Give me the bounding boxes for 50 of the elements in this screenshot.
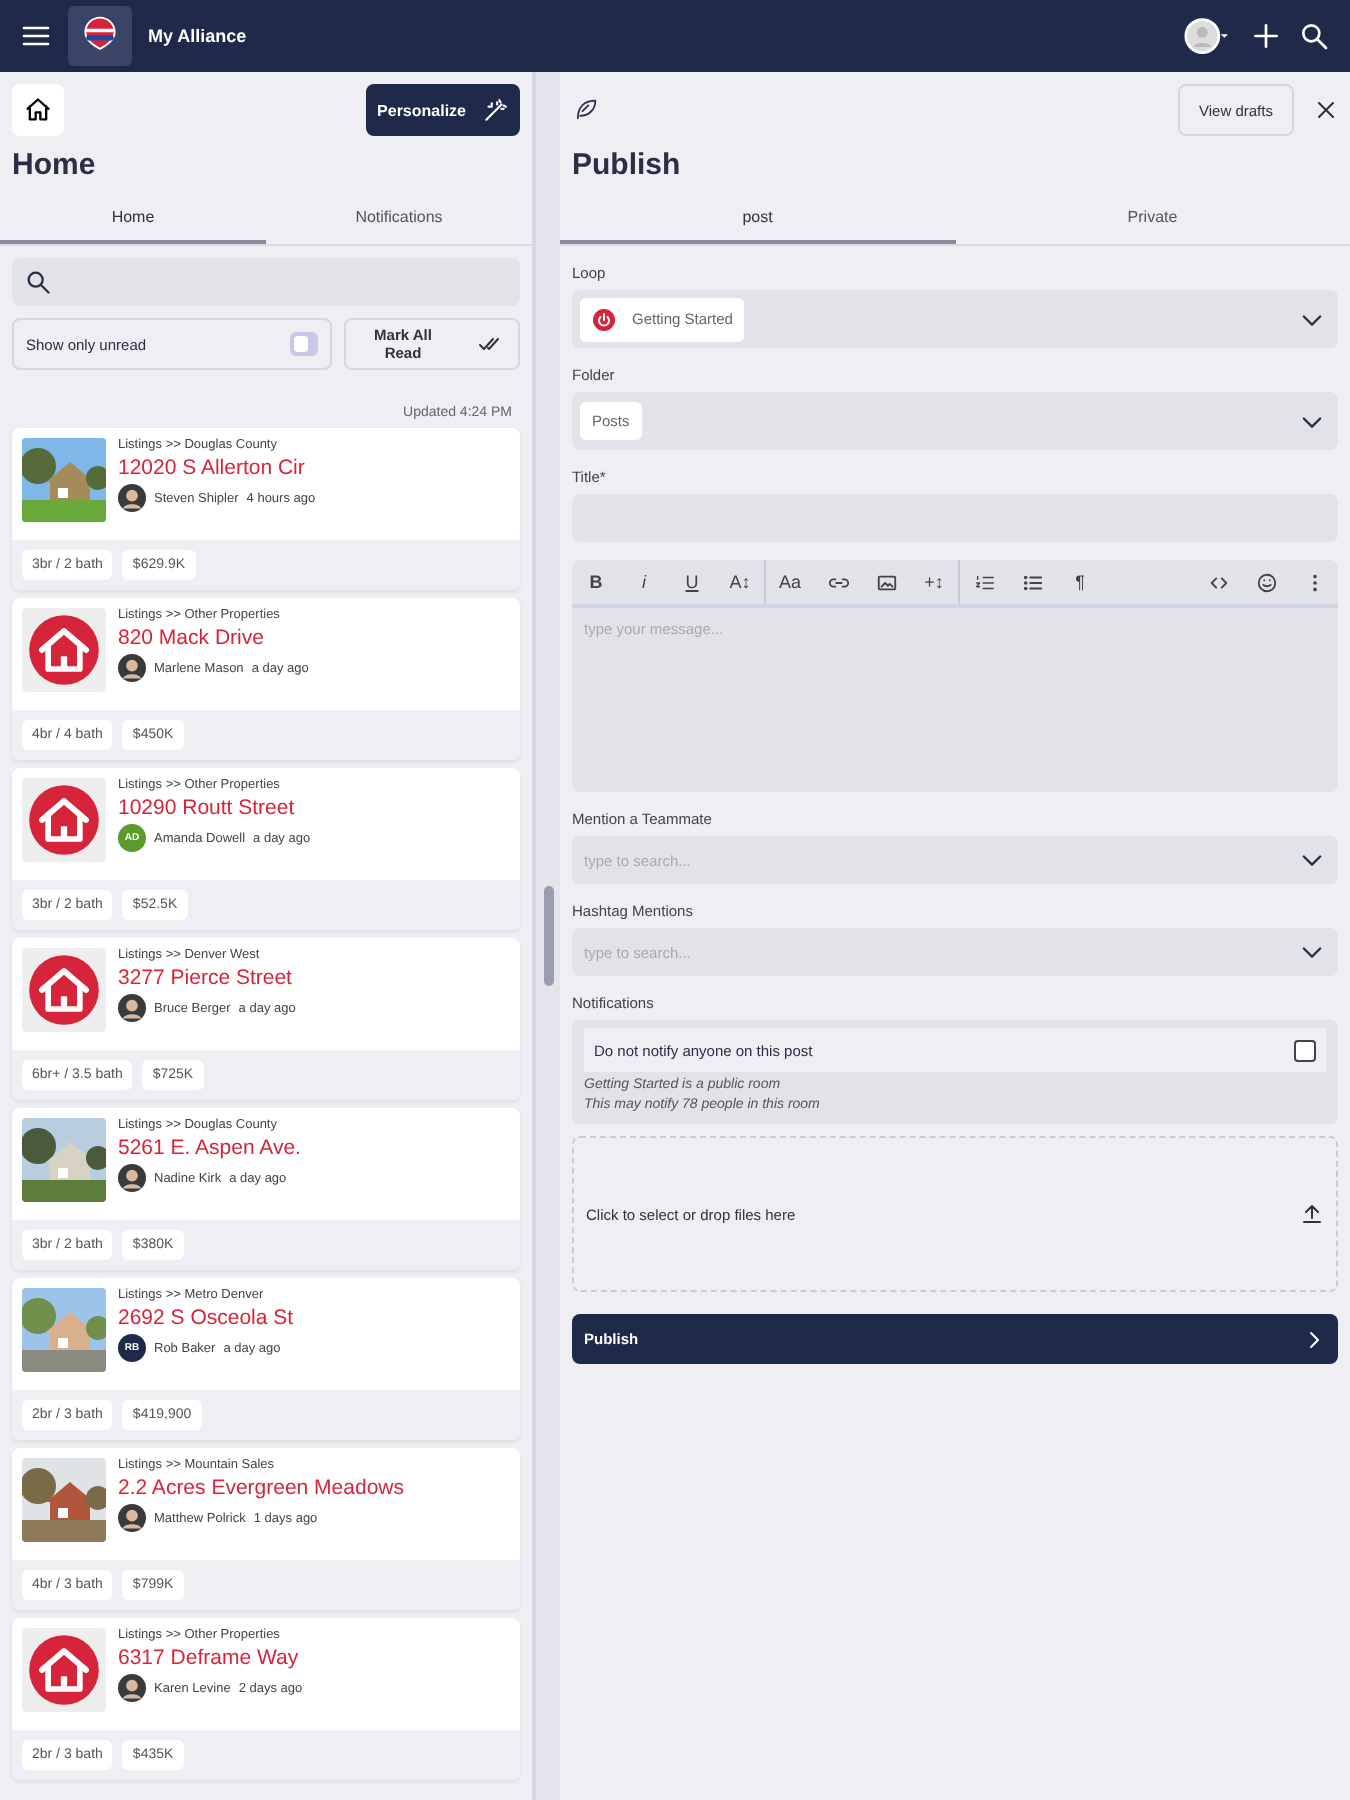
feather-icon (572, 96, 600, 124)
tab[interactable]: Notifications (266, 198, 532, 244)
format-button[interactable]: U (668, 562, 716, 602)
format-button[interactable]: +↕ (910, 562, 958, 602)
avatar-icon (118, 994, 146, 1022)
format-button[interactable]: Aa (766, 562, 814, 602)
personalize-button[interactable]: Personalize (365, 84, 520, 136)
listing-title[interactable]: 10290 Routt Street (118, 796, 311, 820)
resize-handle[interactable] (543, 886, 553, 986)
avatar-icon (118, 654, 146, 682)
format-button[interactable]: ¶ (1056, 562, 1104, 602)
user-avatar-icon[interactable] (1178, 14, 1234, 58)
listing-title[interactable]: 3277 Pierce Street (118, 966, 296, 990)
wand-icon (482, 97, 508, 123)
listing-title[interactable]: 12020 S Allerton Cir (118, 456, 316, 480)
app-title: My Alliance (148, 26, 247, 46)
smiley-icon[interactable] (1255, 571, 1277, 593)
search-field[interactable] (12, 258, 520, 306)
tab[interactable]: post (560, 198, 955, 244)
listing-title[interactable]: 2.2 Acres Evergreen Meadows (118, 1476, 404, 1500)
page-title: Publish (572, 148, 683, 182)
bullet-list-icon[interactable] (1021, 571, 1043, 593)
checkbox[interactable] (1294, 1039, 1316, 1061)
listing-title[interactable]: 2692 S Osceola St (118, 1306, 294, 1330)
power-icon (592, 307, 616, 331)
search-icon (24, 268, 52, 296)
tab[interactable]: Home (0, 198, 266, 244)
listing-title[interactable]: 5261 E. Aspen Ave. (118, 1136, 301, 1160)
code-icon[interactable] (1207, 571, 1229, 593)
avatar-icon (118, 1164, 146, 1192)
home-button[interactable] (12, 84, 64, 136)
double-check-icon (477, 332, 501, 356)
upload-icon (1300, 1202, 1324, 1226)
page-title: Home (12, 148, 98, 182)
toggle-switch[interactable] (290, 332, 318, 356)
tab[interactable]: Private (955, 198, 1350, 244)
listing-title[interactable]: 820 Mack Drive (118, 626, 309, 650)
plus-icon[interactable] (1250, 20, 1282, 52)
avatar-icon (118, 1674, 146, 1702)
avatar-icon (118, 1504, 146, 1532)
format-button[interactable]: A↕ (716, 562, 764, 602)
format-button[interactable]: B (572, 562, 620, 602)
search-icon[interactable] (1298, 20, 1330, 52)
image-icon[interactable] (875, 571, 897, 593)
home-icon (24, 96, 52, 124)
listing-title[interactable]: 6317 Deframe Way (118, 1646, 303, 1670)
close-icon[interactable] (1314, 98, 1338, 122)
avatar-icon (118, 484, 146, 512)
numbered-list-icon[interactable] (973, 571, 995, 593)
format-button[interactable]: i (620, 562, 668, 602)
